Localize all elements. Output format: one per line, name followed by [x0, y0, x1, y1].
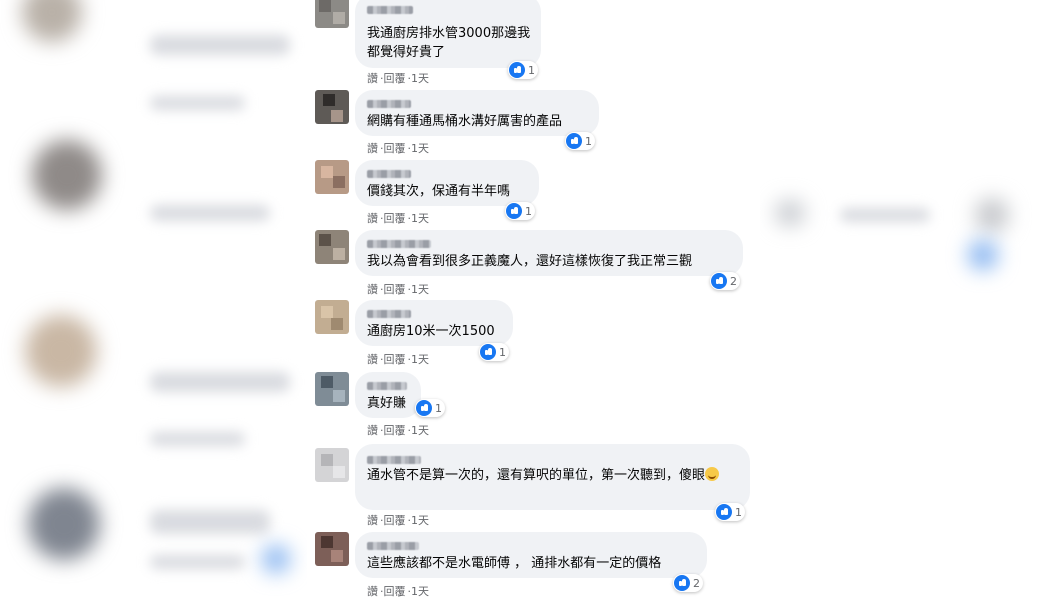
author-name-obscured[interactable] — [367, 382, 407, 390]
timestamp[interactable]: 1天 — [411, 283, 429, 296]
reaction-number: 1 — [735, 505, 742, 519]
like-link[interactable]: 讚 — [367, 424, 378, 437]
reaction-number: 1 — [435, 401, 442, 415]
reaction-number: 2 — [693, 576, 700, 590]
comment-bubble: 我以為會看到很多正義魔人，還好這樣恢復了我正常三觀 — [355, 230, 743, 276]
comment-text: 我以為會看到很多正義魔人，還好這樣恢復了我正常三觀 — [367, 254, 693, 269]
author-name-obscured[interactable] — [367, 240, 431, 248]
reaction-number: 1 — [585, 134, 592, 148]
reaction-count[interactable]: 1 — [479, 343, 509, 361]
like-icon — [509, 62, 525, 78]
like-icon — [506, 203, 522, 219]
reply-link[interactable]: 回覆 — [384, 72, 406, 85]
reaction-count[interactable]: 1 — [565, 132, 595, 150]
comment-text: 這些應該都不是水電師傅 ， 通排水都有一定的價格 — [367, 556, 662, 571]
reaction-count[interactable]: 1 — [508, 61, 538, 79]
comment-actions: 讚 ·回覆 ·1天 — [367, 72, 429, 85]
reaction-number: 1 — [525, 204, 532, 218]
comment-text: 真好賺 — [367, 396, 407, 411]
like-link[interactable]: 讚 — [367, 585, 378, 598]
avatar[interactable] — [315, 0, 349, 28]
reaction-count[interactable]: 1 — [715, 503, 745, 521]
avatar[interactable] — [315, 160, 349, 194]
comment-bubble: 價錢其次，保通有半年嗎 — [355, 160, 539, 206]
author-name-obscured[interactable] — [367, 456, 421, 464]
comment-actions: 讚 ·回覆 ·1天 — [367, 514, 429, 527]
comment-bubble: 我通廚房排水管3000那邊我都覺得好貴了 — [355, 0, 541, 68]
reaction-count[interactable]: 2 — [710, 272, 740, 290]
like-link[interactable]: 讚 — [367, 72, 378, 85]
reaction-number: 1 — [528, 63, 535, 77]
comment-actions: 讚 ·回覆 ·1天 — [367, 212, 429, 225]
comment-actions: 讚 ·回覆 ·1天 — [367, 585, 429, 598]
comment-text: 網購有種通馬桶水溝好厲害的產品 — [367, 114, 563, 129]
like-icon — [480, 344, 496, 360]
avatar[interactable] — [315, 372, 349, 406]
comment-text: 通水管不是算一次的，還有算呎的單位，第一次聽到，傻眼 — [367, 466, 739, 485]
timestamp[interactable]: 1天 — [411, 212, 429, 225]
avatar[interactable] — [315, 230, 349, 264]
timestamp[interactable]: 1天 — [411, 142, 429, 155]
like-link[interactable]: 讚 — [367, 514, 378, 527]
reply-link[interactable]: 回覆 — [384, 353, 406, 366]
comment-actions: 讚 ·回覆 ·1天 — [367, 283, 429, 296]
comment-bubble: 這些應該都不是水電師傅 ， 通排水都有一定的價格 — [355, 532, 707, 578]
comment-bubble: 真好賺 — [355, 372, 421, 418]
timestamp[interactable]: 1天 — [411, 424, 429, 437]
reply-link[interactable]: 回覆 — [384, 283, 406, 296]
comment-text: 通廚房10米一次1500 — [367, 324, 495, 339]
timestamp[interactable]: 1天 — [411, 353, 429, 366]
author-name-obscured[interactable] — [367, 542, 419, 550]
comment-bubble: 通水管不是算一次的，還有算呎的單位，第一次聽到，傻眼 — [355, 444, 750, 510]
like-icon — [716, 504, 732, 520]
comment-text: 我通廚房排水管3000那邊我都覺得好貴了 — [367, 26, 531, 60]
avatar[interactable] — [315, 90, 349, 124]
timestamp[interactable]: 1天 — [411, 72, 429, 85]
like-link[interactable]: 讚 — [367, 142, 378, 155]
like-icon — [566, 133, 582, 149]
comment-actions: 讚 ·回覆 ·1天 — [367, 353, 429, 366]
like-icon — [711, 273, 727, 289]
comments-panel: 我通廚房排水管3000那邊我都覺得好貴了 1 讚 ·回覆 ·1天 網購有種通馬桶水溝… — [307, 0, 760, 598]
comment-text: 價錢其次，保通有半年嗎 — [367, 184, 511, 199]
comment-bubble: 網購有種通馬桶水溝好厲害的產品 — [355, 90, 599, 136]
comment-actions: 讚 ·回覆 ·1天 — [367, 424, 429, 437]
avatar[interactable] — [315, 532, 349, 566]
timestamp[interactable]: 1天 — [411, 514, 429, 527]
reply-link[interactable]: 回覆 — [384, 142, 406, 155]
like-link[interactable]: 讚 — [367, 353, 378, 366]
reply-link[interactable]: 回覆 — [384, 585, 406, 598]
author-name-obscured[interactable] — [367, 310, 411, 318]
like-link[interactable]: 讚 — [367, 283, 378, 296]
reaction-count[interactable]: 1 — [505, 202, 535, 220]
reaction-number: 2 — [730, 274, 737, 288]
like-link[interactable]: 讚 — [367, 212, 378, 225]
reply-link[interactable]: 回覆 — [384, 212, 406, 225]
like-icon — [674, 575, 690, 591]
comment-bubble: 通廚房10米一次1500 — [355, 300, 513, 346]
reply-link[interactable]: 回覆 — [384, 424, 406, 437]
comment-actions: 讚 ·回覆 ·1天 — [367, 142, 429, 155]
reaction-count[interactable]: 2 — [673, 574, 703, 592]
author-name-obscured[interactable] — [367, 100, 411, 108]
timestamp[interactable]: 1天 — [411, 585, 429, 598]
like-icon — [416, 400, 432, 416]
avatar[interactable] — [315, 300, 349, 334]
author-name-obscured[interactable] — [367, 6, 413, 14]
avatar[interactable] — [315, 448, 349, 482]
reaction-count[interactable]: 1 — [415, 399, 445, 417]
reaction-number: 1 — [499, 345, 506, 359]
reply-link[interactable]: 回覆 — [384, 514, 406, 527]
author-name-obscured[interactable] — [367, 170, 411, 178]
grinning-face-icon — [705, 467, 720, 481]
